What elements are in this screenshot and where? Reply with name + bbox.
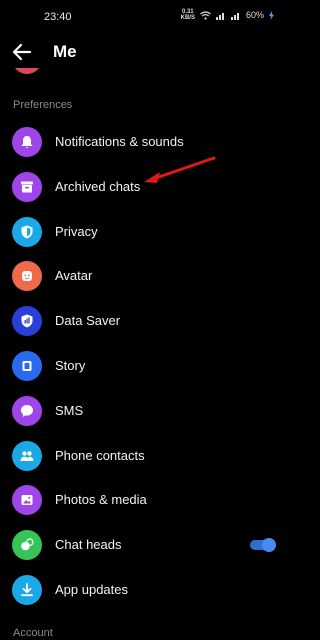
settings-item-label: Notifications & sounds [55, 134, 184, 149]
settings-item-label: Phone contacts [55, 447, 145, 463]
contacts-icon [12, 440, 42, 471]
avatar-icon [12, 261, 42, 292]
network-speed: 0.31 KB/S [180, 9, 195, 21]
status-icons: 0.31 KB/S 60% [181, 9, 274, 21]
story-icon [12, 351, 42, 381]
wifi-icon [200, 10, 211, 20]
signal-icon [215, 12, 224, 20]
charging-icon [269, 10, 274, 20]
settings-item-label: Chat heads [55, 537, 122, 553]
settings-item-app-updates[interactable]: App updates [0, 568, 288, 612]
partial-list-item[interactable] [0, 68, 288, 78]
settings-item-label: Photos & media [55, 492, 147, 508]
app-bar: Me [0, 34, 288, 70]
settings-item-label: Avatar [55, 268, 93, 284]
bell-icon [12, 127, 42, 157]
signal-icon-2 [230, 12, 239, 20]
sms-icon [12, 395, 42, 426]
annotation-arrow [144, 156, 216, 183]
settings-item-avatar[interactable]: Avatar [0, 254, 288, 298]
settings-item-label: Story [55, 358, 86, 373]
section-header-account: Account [13, 627, 53, 639]
settings-item-sms[interactable]: SMS [0, 389, 288, 433]
photo-icon [12, 485, 42, 516]
settings-item-data-saver[interactable]: Data Saver [0, 299, 288, 343]
settings-item-label: SMS [55, 402, 84, 418]
status-bar: 23:40 0.31 KB/S 60% [0, 0, 288, 34]
settings-item-label: Archived chats [55, 178, 141, 194]
archive-icon [12, 171, 42, 202]
status-time: 23:40 [44, 11, 72, 23]
chat-heads-icon [12, 530, 42, 561]
settings-item-privacy[interactable]: Privacy [0, 210, 288, 254]
settings-item-phone-contacts[interactable]: Phone contacts [0, 434, 288, 478]
data-saver-icon [12, 306, 42, 337]
settings-item-chat-heads[interactable]: Chat heads [0, 523, 288, 567]
section-header-preferences: Preferences [13, 99, 73, 111]
settings-item-story[interactable]: Story [0, 344, 288, 388]
download-icon [12, 575, 42, 605]
shield-icon [12, 216, 42, 247]
settings-item-photos-media[interactable]: Photos & media [0, 478, 288, 522]
settings-item-label: App updates [55, 582, 129, 597]
chat-heads-toggle[interactable] [250, 538, 276, 553]
settings-item-label: Privacy [55, 223, 98, 239]
back-arrow-icon[interactable] [10, 40, 34, 64]
avatar [12, 68, 42, 74]
battery-percent: 60% [245, 10, 264, 20]
settings-item-label: Data Saver [55, 313, 121, 329]
page-title: Me [53, 42, 77, 61]
